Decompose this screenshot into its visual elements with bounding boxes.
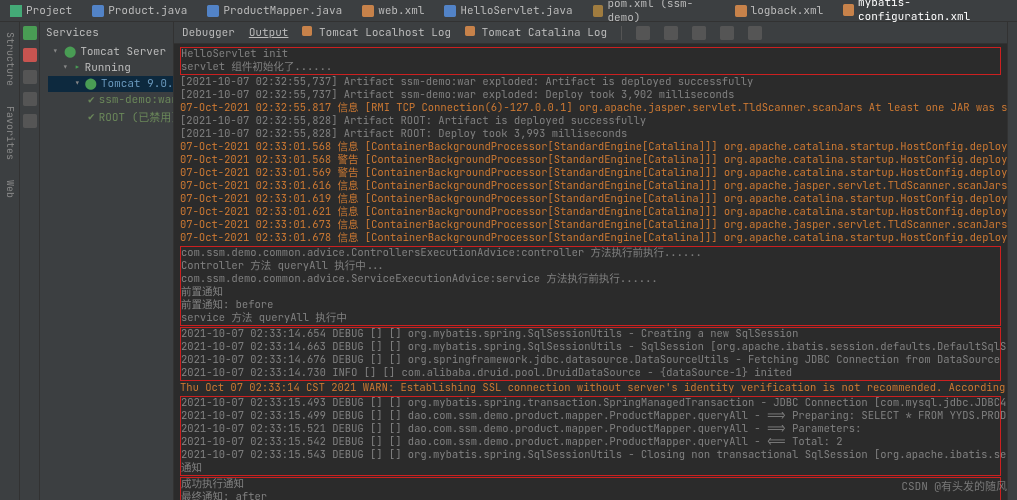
settings-icon[interactable] (23, 92, 37, 106)
stop-icon[interactable] (23, 48, 37, 62)
rail-structure[interactable]: Structure (2, 32, 17, 86)
console-output[interactable]: HelloServlet init servlet 组件初始化了...... [… (174, 44, 1007, 500)
left-tool-rail: Structure Favorites Web (0, 22, 20, 500)
highlight-box-5: 成功执行通知 最终通知: after 成功执行后通知: afterReturni… (180, 477, 1001, 500)
debug-icon[interactable] (23, 70, 37, 84)
log-line: com.ssm.demo.common.advice.ServiceExecut… (181, 273, 1000, 286)
node-artifact-ssm[interactable]: ✔ssm-demo:war explo (48, 92, 173, 108)
editor-tabs-bar: Project Product.java ProductMapper.java … (0, 0, 1017, 22)
toolbar-btn-4[interactable] (720, 26, 734, 40)
run-icon[interactable] (23, 26, 37, 40)
highlight-box-1: HelloServlet init servlet 组件初始化了...... (180, 47, 1001, 75)
log-line: service 方法 queryAll 执行中 (181, 312, 1000, 325)
run-gutter (20, 22, 40, 500)
log-line: 前置通知 (181, 286, 1000, 299)
log-line: 通知 (181, 462, 1000, 475)
services-sidebar: Services ▾⬤Tomcat Server ▾▸Running ▾⬤Tom… (40, 22, 174, 500)
log-line: Thu Oct 07 02:33:14 CST 2021 WARN: Estab… (180, 382, 1001, 395)
log-line: 2021-10-07 02:33:14.730 INFO [] [] com.a… (181, 367, 1000, 380)
content-panel: Debugger Output Tomcat Localhost Log Tom… (174, 22, 1007, 500)
highlight-box-3: 2021-10-07 02:33:14.654 DEBUG [] [] org.… (180, 327, 1001, 381)
debug-toolbar: Debugger Output Tomcat Localhost Log Tom… (174, 22, 1007, 44)
tab-tc-catalina[interactable]: Tomcat Catalina Log (465, 26, 607, 40)
tab-project[interactable]: Project (0, 1, 82, 21)
toolbar-btn-3[interactable] (692, 26, 706, 40)
tab-logback-xml[interactable]: logback.xml (725, 1, 834, 21)
services-header[interactable]: Services (40, 22, 173, 44)
node-tomcat-local[interactable]: ▾⬤Tomcat 9.0.11 [local] (48, 76, 173, 92)
tab-productmapper-java[interactable]: ProductMapper.java (197, 1, 352, 21)
toolbar-btn-2[interactable] (664, 26, 678, 40)
log-line: 2021-10-07 02:33:15.543 DEBUG [] [] org.… (181, 449, 1000, 462)
rail-web[interactable]: Web (2, 180, 17, 198)
rail-favorites[interactable]: Favorites (2, 106, 17, 160)
log-line: 成功执行通知 (181, 478, 1000, 491)
tab-helloservlet-java[interactable]: HelloServlet.java (434, 1, 582, 21)
tab-tc-localhost[interactable]: Tomcat Localhost Log (302, 26, 451, 40)
node-artifact-root[interactable]: ✔ROOT (已禁用) (48, 108, 173, 126)
log-line: 最终通知: after (181, 491, 1000, 500)
right-rail (1007, 22, 1017, 500)
tab-web-xml[interactable]: web.xml (352, 1, 434, 21)
log-line: servlet 组件初始化了...... (181, 61, 1000, 74)
tab-debugger[interactable]: Debugger (182, 26, 235, 40)
services-tree: ▾⬤Tomcat Server ▾▸Running ▾⬤Tomcat 9.0.1… (40, 44, 173, 126)
tab-output[interactable]: Output (249, 26, 289, 40)
node-tomcat-server[interactable]: ▾⬤Tomcat Server (48, 44, 173, 60)
highlight-box-4: 2021-10-07 02:33:15.493 DEBUG [] [] org.… (180, 396, 1001, 476)
toolbar-btn-5[interactable] (748, 26, 762, 40)
highlight-box-2: com.ssm.demo.common.advice.ControllersEx… (180, 246, 1001, 326)
node-running[interactable]: ▾▸Running (48, 60, 173, 76)
main-area: Structure Favorites Web Services ▾⬤Tomca… (0, 22, 1017, 500)
pin-icon[interactable] (23, 114, 37, 128)
toolbar-btn-1[interactable] (636, 26, 650, 40)
log-line: 07-Oct-2021 02:33:01.678 信息 [ContainerBa… (180, 232, 1001, 245)
tab-product-java[interactable]: Product.java (82, 1, 197, 21)
watermark: CSDN @有头发的随风 (901, 478, 1007, 494)
